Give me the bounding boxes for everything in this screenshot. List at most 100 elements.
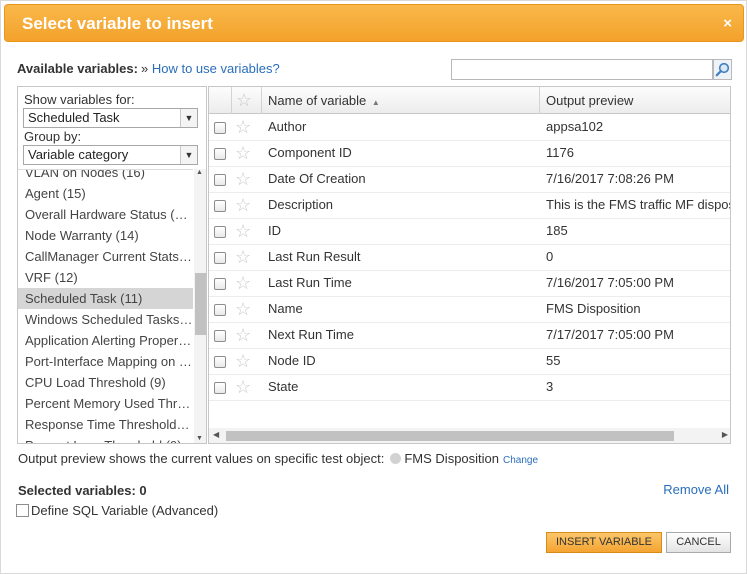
favorite-star-icon[interactable]: ☆ [235, 248, 251, 266]
column-preview-label: Output preview [546, 93, 634, 108]
favorite-star-icon[interactable]: ☆ [235, 196, 251, 214]
favorite-star-icon[interactable]: ☆ [235, 144, 251, 162]
show-variables-for-value: Scheduled Task [28, 110, 120, 125]
insert-variable-button[interactable]: INSERT VARIABLE [546, 532, 662, 553]
selected-variables-count: Selected variables: 0 [18, 483, 147, 498]
variable-name-cell: ID [268, 223, 281, 238]
row-checkbox[interactable] [214, 330, 226, 342]
category-item[interactable]: Overall Hardware Status (15) [18, 204, 193, 225]
dialog-title: Select variable to insert [22, 14, 213, 33]
change-test-object-link[interactable]: Change [503, 455, 538, 466]
status-dot-icon [390, 453, 402, 464]
category-item[interactable]: CPU Load Threshold (9) [18, 372, 193, 393]
table-row[interactable]: ☆ State 3 [209, 375, 730, 401]
row-checkbox[interactable] [214, 122, 226, 134]
output-preview-cell: 3 [546, 379, 554, 394]
table-row[interactable]: ☆ Next Run Time 7/17/2017 7:05:00 PM [209, 323, 730, 349]
scroll-down-icon[interactable]: ▼ [196, 435, 203, 442]
table-horizontal-scrollbar[interactable]: ◀ ▶ [209, 428, 730, 443]
magnifier-icon [715, 62, 730, 77]
define-sql-checkbox[interactable] [16, 504, 29, 517]
favorite-star-icon[interactable]: ☆ [235, 118, 251, 136]
category-item[interactable]: VLAN on Nodes (16) [18, 170, 193, 183]
variable-name-cell: Description [268, 197, 334, 212]
close-icon[interactable]: × [723, 15, 732, 32]
category-item[interactable]: Percent Loss Threshold (9) [18, 435, 193, 443]
search-button[interactable] [713, 59, 732, 80]
output-preview-cell: 55 [546, 353, 561, 368]
row-checkbox[interactable] [214, 174, 226, 186]
category-item[interactable]: CallManager Current Stats (... [18, 246, 193, 267]
category-item[interactable]: Port-Interface Mapping on N... [18, 351, 193, 372]
table-row[interactable]: ☆ Description This is the FMS traffic MF d… [209, 193, 730, 219]
favorite-star-icon[interactable]: ☆ [235, 300, 251, 318]
category-item[interactable]: Windows Scheduled Tasks (... [18, 309, 193, 330]
row-checkbox[interactable] [214, 200, 226, 212]
header-favorite-column: ☆ [232, 87, 262, 114]
row-checkbox[interactable] [214, 252, 226, 264]
how-to-use-variables-link[interactable]: How to use variables? [152, 61, 280, 76]
define-sql-label: Define SQL Variable (Advanced) [31, 503, 219, 518]
output-preview-cell: 1176 [546, 145, 574, 160]
favorite-star-icon[interactable]: ☆ [235, 222, 251, 240]
category-item[interactable]: Agent (15) [18, 183, 193, 204]
row-checkbox[interactable] [214, 226, 226, 238]
scroll-left-icon[interactable]: ◀ [213, 430, 219, 439]
category-item[interactable]: Node Warranty (14) [18, 225, 193, 246]
scrollbar-thumb[interactable] [226, 431, 674, 441]
scroll-up-icon[interactable]: ▲ [196, 169, 203, 176]
table-row[interactable]: ☆ ID 185 [209, 219, 730, 245]
table-row[interactable]: ☆ Last Run Time 7/16/2017 7:05:00 PM [209, 271, 730, 297]
table-row[interactable]: ☆ Component ID 1176 [209, 141, 730, 167]
output-preview-cell: 185 [546, 223, 568, 238]
category-item[interactable]: Response Time Threshold (9... [18, 414, 193, 435]
table-header: ☆ Name of variable ▲ Output preview [209, 87, 730, 114]
variable-name-cell: Last Run Result [268, 249, 361, 264]
show-variables-for-select[interactable]: Scheduled Task ▼ [23, 108, 198, 128]
variable-name-cell: Node ID [268, 353, 316, 368]
available-variables-label: Available variables: [17, 61, 138, 76]
table-row[interactable]: ☆ Last Run Result 0 [209, 245, 730, 271]
search-input[interactable] [451, 59, 713, 80]
variable-name-cell: Next Run Time [268, 327, 354, 342]
column-output-preview[interactable]: Output preview [540, 87, 730, 114]
category-scrollbar[interactable]: ▲ ▼ [194, 169, 206, 443]
remove-all-link[interactable]: Remove All [663, 482, 729, 497]
category-item[interactable]: VRF (12) [18, 267, 193, 288]
chevron-down-icon: ▼ [180, 146, 197, 164]
column-name-of-variable[interactable]: Name of variable ▲ [262, 87, 540, 114]
output-preview-cell: FMS Disposition [546, 301, 641, 316]
howto-link-wrapper: » How to use variables? [141, 61, 280, 76]
output-preview-note: Output preview shows the current values … [18, 451, 538, 466]
favorite-star-icon[interactable]: ☆ [235, 274, 251, 292]
cancel-button[interactable]: CANCEL [666, 532, 731, 553]
row-checkbox[interactable] [214, 148, 226, 160]
variable-name-cell: Date Of Creation [268, 171, 366, 186]
group-by-select[interactable]: Variable category ▼ [23, 145, 198, 165]
favorite-star-icon[interactable]: ☆ [235, 378, 251, 396]
table-row[interactable]: ☆ Date Of Creation 7/16/2017 7:08:26 PM [209, 167, 730, 193]
output-preview-cell: 7/17/2017 7:05:00 PM [546, 327, 674, 342]
star-icon: ☆ [236, 90, 253, 110]
category-item[interactable]: Scheduled Task (11) [18, 288, 193, 309]
table-row[interactable]: ☆ Author appsa102 [209, 115, 730, 141]
row-checkbox[interactable] [214, 356, 226, 368]
howto-prefix: » [141, 61, 149, 76]
row-checkbox[interactable] [214, 278, 226, 290]
scroll-right-icon[interactable]: ▶ [722, 430, 728, 439]
category-item[interactable]: Application Alerting Properti... [18, 330, 193, 351]
table-row[interactable]: ☆ Name FMS Disposition [209, 297, 730, 323]
variable-name-cell: State [268, 379, 299, 394]
row-checkbox[interactable] [214, 382, 226, 394]
category-item[interactable]: Percent Memory Used Thre... [18, 393, 193, 414]
row-checkbox[interactable] [214, 304, 226, 316]
favorite-star-icon[interactable]: ☆ [235, 170, 251, 188]
scrollbar-thumb[interactable] [195, 273, 206, 335]
output-preview-cell: 0 [546, 249, 554, 264]
variable-name-cell: Name [268, 301, 303, 316]
table-row[interactable]: ☆ Node ID 55 [209, 349, 730, 375]
sort-ascending-icon: ▲ [371, 98, 380, 107]
favorite-star-icon[interactable]: ☆ [235, 352, 251, 370]
favorite-star-icon[interactable]: ☆ [235, 326, 251, 344]
define-sql-variable-option[interactable]: Define SQL Variable (Advanced) [16, 503, 218, 518]
